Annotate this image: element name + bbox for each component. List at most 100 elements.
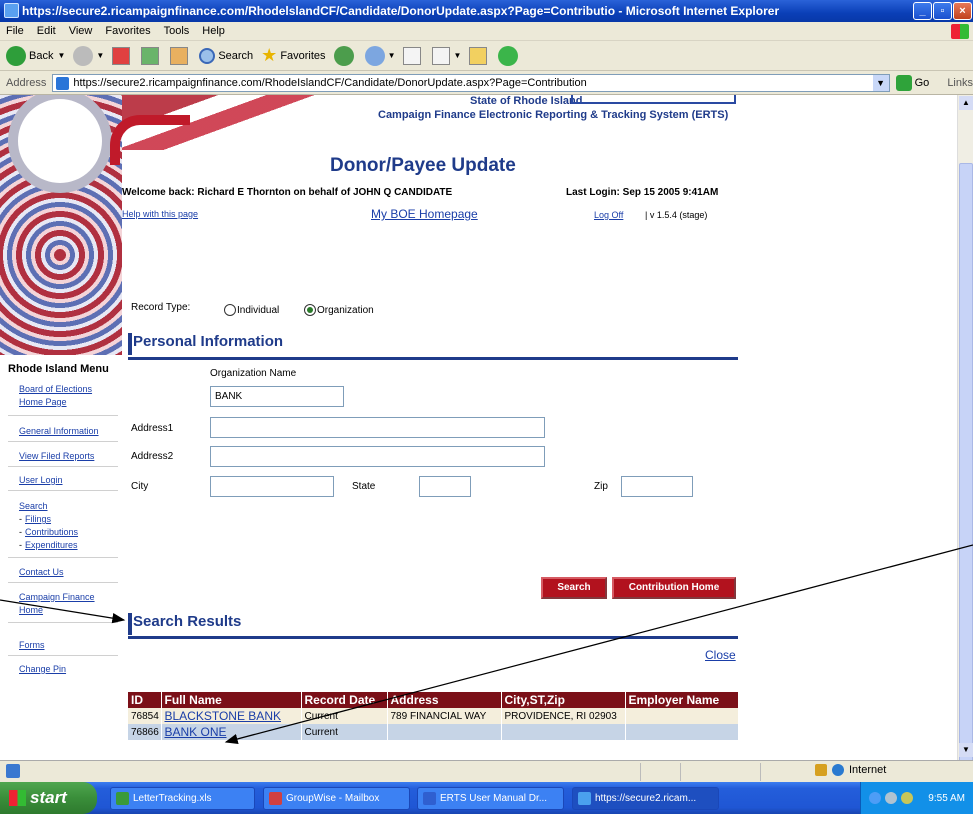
clock: 9:55 AM <box>928 792 965 804</box>
nav-filings[interactable]: Filings <box>25 513 51 526</box>
nav-expenditures[interactable]: Expenditures <box>25 539 78 552</box>
radio-individual[interactable] <box>224 304 236 316</box>
radio-individual-label: Individual <box>237 305 280 316</box>
menu-edit[interactable]: Edit <box>37 25 56 37</box>
task-groupwise[interactable]: GroupWise - Mailbox <box>263 787 410 810</box>
favorites-button[interactable]: ★ Favorites <box>261 45 325 66</box>
mail-icon <box>364 45 385 66</box>
my-boe-homepage-link[interactable]: My BOE Homepage <box>371 207 478 221</box>
menu-tools[interactable]: Tools <box>164 25 190 37</box>
printer-icon <box>403 46 422 65</box>
address-dropdown-icon[interactable]: ▼ <box>872 74 889 91</box>
refresh-button[interactable] <box>141 46 162 65</box>
tray-security-icon[interactable] <box>901 792 913 804</box>
search-results-heading: Search Results <box>133 613 242 630</box>
go-button[interactable]: Go <box>895 74 929 91</box>
nav-change-pin[interactable]: Change Pin <box>19 663 66 676</box>
donor-name-link[interactable]: BANK ONE <box>165 725 227 739</box>
mail-button[interactable]: ▼ <box>364 45 395 66</box>
nav-general-information[interactable]: General Information <box>19 425 99 438</box>
address2-label: Address2 <box>131 451 174 462</box>
stop-button[interactable] <box>112 46 133 65</box>
messenger-button[interactable] <box>498 45 521 66</box>
cell-id: 76854 <box>128 708 162 724</box>
cell-employer <box>625 708 739 724</box>
home-button[interactable] <box>170 46 191 65</box>
nav-divider <box>8 557 118 558</box>
radio-organization-label: Organization <box>317 305 374 316</box>
scroll-thumb[interactable] <box>959 163 973 763</box>
contribution-home-button[interactable]: Contribution Home <box>612 577 736 599</box>
help-link[interactable]: Help with this page <box>122 209 198 219</box>
city-input[interactable] <box>210 476 334 497</box>
scroll-up-icon[interactable]: ▲ <box>959 96 973 110</box>
print-button[interactable] <box>403 46 424 65</box>
radio-organization[interactable] <box>304 304 316 316</box>
forward-button[interactable]: ▼ <box>73 45 104 66</box>
zip-label: Zip <box>594 481 608 492</box>
go-arrow-icon <box>895 74 912 91</box>
organization-name-input[interactable]: BANK <box>210 386 344 407</box>
cell-city-st-zip <box>501 724 626 740</box>
menu-favorites[interactable]: Favorites <box>105 25 150 37</box>
address2-input[interactable] <box>210 446 545 467</box>
task-internet-explorer[interactable]: https://secure2.ricam... <box>572 787 719 810</box>
close-results-link[interactable]: Close <box>705 648 736 662</box>
col-address: Address <box>387 692 502 708</box>
address-input[interactable]: https://secure2.ricampaignfinance.com/Rh… <box>52 73 890 92</box>
vertical-scrollbar[interactable]: ▲ ▼ <box>957 95 973 763</box>
banner-curve <box>110 115 190 165</box>
results-table: ID Full Name Record Date Address City,ST… <box>128 692 739 740</box>
nav-divider <box>8 466 118 467</box>
cell-city-st-zip: PROVIDENCE, RI 02903 <box>501 708 626 724</box>
nav-board-of-elections[interactable]: Board of Elections Home Page <box>19 383 92 409</box>
forward-arrow-icon <box>73 45 94 66</box>
back-dropdown-icon[interactable]: ▼ <box>57 51 65 60</box>
window-title: https://secure2.ricampaignfinance.com/Rh… <box>22 4 780 18</box>
tray-network-icon[interactable] <box>885 792 897 804</box>
state-name: State of Rhode Island <box>470 95 583 107</box>
nav-search[interactable]: Search <box>19 500 48 513</box>
window-title-bar[interactable]: https://secure2.ricampaignfinance.com/Rh… <box>0 0 973 22</box>
nav-contributions[interactable]: Contributions <box>25 526 78 539</box>
close-window-button[interactable]: × <box>953 2 972 20</box>
back-button[interactable]: Back ▼ <box>6 45 65 66</box>
col-city-st-zip: City,ST,Zip <box>501 692 626 708</box>
nav-contact-us[interactable]: Contact Us <box>19 566 64 579</box>
scroll-down-icon[interactable]: ▼ <box>959 743 973 757</box>
search-button[interactable]: Search <box>199 47 253 64</box>
ie-icon <box>578 792 591 805</box>
address1-input[interactable] <box>210 417 545 438</box>
task-erts-manual[interactable]: ERTS User Manual Dr... <box>417 787 564 810</box>
menu-view[interactable]: View <box>69 25 93 37</box>
links-button[interactable]: Links <box>947 77 973 89</box>
nav-campaign-finance-home[interactable]: Campaign Finance Home <box>19 591 95 617</box>
address1-label: Address1 <box>131 423 174 434</box>
nav-forms[interactable]: Forms <box>19 639 45 652</box>
search-button[interactable]: Search <box>541 577 607 599</box>
history-button[interactable] <box>333 45 357 66</box>
edit-button[interactable]: ▼ <box>432 46 461 65</box>
state-underline-box <box>571 95 736 104</box>
nav-divider <box>8 582 118 583</box>
start-button[interactable]: start <box>0 782 97 814</box>
minimize-button[interactable]: _ <box>913 2 932 20</box>
maximize-button[interactable]: ▫ <box>933 2 952 20</box>
donor-name-link[interactable]: BLACKSTONE BANK <box>165 709 281 723</box>
zip-input[interactable] <box>621 476 693 497</box>
task-lettertracking[interactable]: LetterTracking.xls <box>110 787 255 810</box>
menu-help[interactable]: Help <box>202 25 225 37</box>
col-full-name: Full Name <box>161 692 302 708</box>
menu-file[interactable]: File <box>6 25 24 37</box>
cell-full-name: BANK ONE <box>161 724 302 740</box>
city-label: City <box>131 481 149 492</box>
nav-view-filed-reports[interactable]: View Filed Reports <box>19 450 94 463</box>
nav-user-login[interactable]: User Login <box>19 474 63 487</box>
forward-dropdown-icon[interactable]: ▼ <box>96 51 104 60</box>
log-off-link[interactable]: Log Off <box>594 210 623 220</box>
folder-button[interactable] <box>469 46 490 65</box>
system-name: Campaign Finance Electronic Reporting & … <box>378 109 729 121</box>
state-input[interactable] <box>419 476 471 497</box>
org-name-label: Organization Name <box>210 368 297 379</box>
tray-back-icon[interactable] <box>869 792 881 804</box>
